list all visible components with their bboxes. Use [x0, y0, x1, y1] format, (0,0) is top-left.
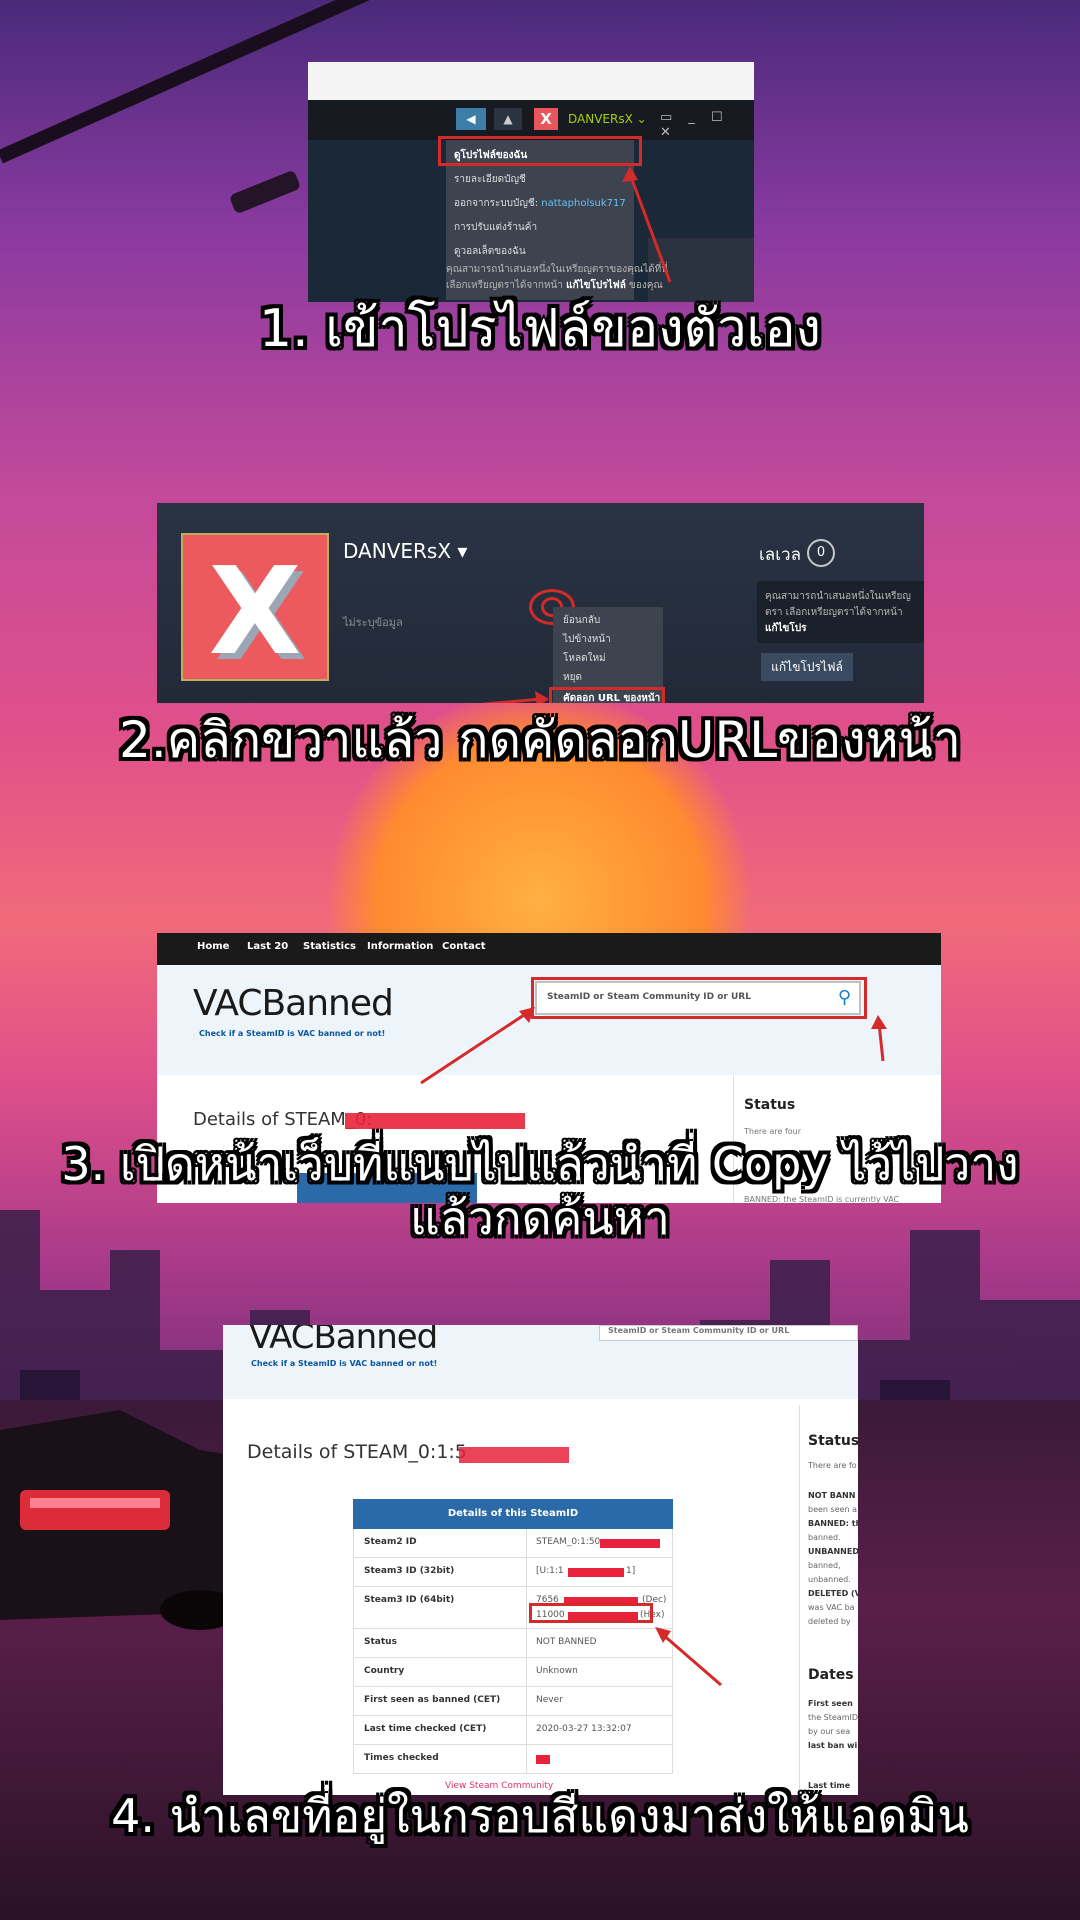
- step3-caption-line2: แล้วกดค้นหา: [410, 1191, 670, 1245]
- pointer-arrow: [655, 1627, 722, 1687]
- step1-caption: 1. เข้าโปรไฟล์ของตัวเอง: [259, 299, 821, 359]
- pointer-arrow: [622, 166, 672, 283]
- step2-caption: 2.คลิกขวาแล้ว กดคัดลอกURLของหน้า: [119, 711, 961, 769]
- step4-screenshot: VACBanned Check if a SteamID is VAC bann…: [223, 1325, 858, 1795]
- pointer-arrow: [480, 691, 549, 703]
- streetlight-lamp: [228, 169, 302, 215]
- step1-screenshot: ◀ ▲ X DANVERsX ⌄ ▭ _ ☐ ✕ ดูโปรไฟล์ของฉัน…: [308, 62, 754, 302]
- step2-screenshot: X DANVERsX ▾ ไม่ระบุข้อมูล เลเวล 0 คุณสา…: [157, 503, 924, 703]
- step3-caption-line1: 3. เปิดหน้าเว็บที่แนบไปแล้วนำที่ Copy ไว…: [61, 1137, 1019, 1191]
- step4-caption: 4. นำเลขที่อยู่ในกรอบสีแดงมาส่งให้แอดมิน: [111, 1789, 969, 1843]
